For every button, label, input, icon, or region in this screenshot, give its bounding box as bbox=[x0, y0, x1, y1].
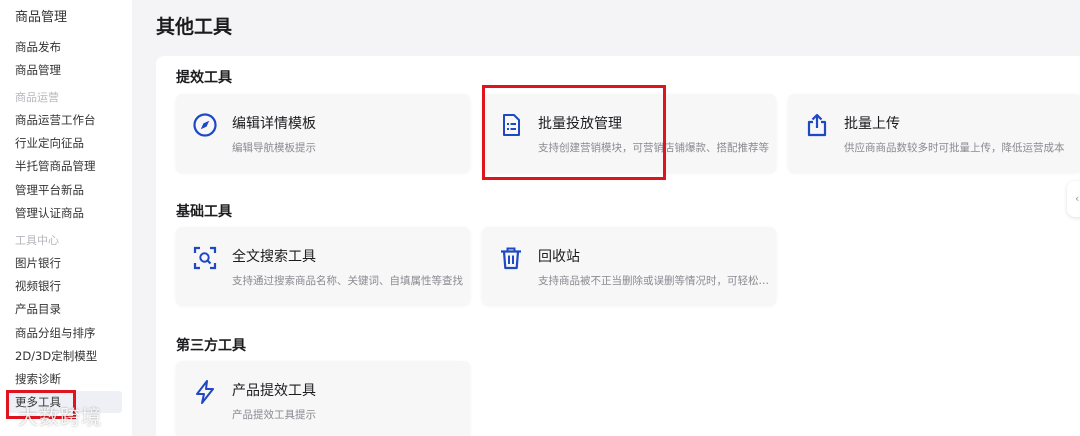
compass-icon bbox=[192, 112, 218, 138]
tool-card-name: 产品提效工具 bbox=[232, 383, 316, 399]
sidebar-item-image-bank[interactable]: 图片银行 bbox=[15, 255, 61, 271]
upload-icon bbox=[804, 112, 830, 138]
sidebar-header: 商品管理 bbox=[15, 10, 68, 25]
scan-search-icon bbox=[192, 245, 218, 271]
tool-card-name: 批量上传 bbox=[844, 116, 900, 132]
tool-card-recycle-bin[interactable]: 回收站 支持商品被不正当删除或误删等情况时，可轻松找回 bbox=[482, 227, 776, 305]
tool-card-name: 全文搜索工具 bbox=[232, 249, 316, 265]
sidebar-item-video-bank[interactable]: 视频银行 bbox=[15, 278, 61, 294]
tool-card-name: 回收站 bbox=[538, 249, 580, 265]
side-collapse-tab[interactable]: ‹ bbox=[1067, 181, 1080, 217]
tool-card-desc: 编辑导航模板提示 bbox=[232, 142, 316, 154]
tool-card-desc: 供应商商品数较多时可批量上传，降低运营成本 bbox=[844, 142, 1065, 154]
sidebar-item-certified[interactable]: 管理认证商品 bbox=[15, 205, 84, 221]
sidebar-item-ops-workbench[interactable]: 商品运营工作台 bbox=[15, 112, 96, 128]
highlight-box-batch-delivery bbox=[482, 85, 666, 180]
section-title-basic: 基础工具 bbox=[176, 204, 232, 220]
tool-card-desc: 产品提效工具提示 bbox=[232, 409, 316, 421]
sidebar-group-tools: 工具中心 bbox=[15, 234, 59, 247]
tool-card-product-efficiency[interactable]: 产品提效工具 产品提效工具提示 bbox=[176, 361, 470, 436]
lightning-icon bbox=[192, 379, 218, 405]
sidebar-item-custom-model[interactable]: 2D/3D定制模型 bbox=[15, 348, 97, 364]
sidebar-item-catalog[interactable]: 产品目录 bbox=[15, 301, 61, 317]
sidebar-item-product-publish[interactable]: 商品发布 bbox=[15, 39, 61, 55]
watermark: 大数跨境 bbox=[18, 405, 102, 429]
tool-card-name: 编辑详情模板 bbox=[232, 116, 316, 132]
main-content: 其他工具 提效工具 编辑详情模板 编辑导航模板提示 批量投放管理 支持创建营销模… bbox=[132, 0, 1080, 436]
tool-card-desc: 支持通过搜索商品名称、关键词、自填属性等查找 bbox=[232, 275, 463, 287]
sidebar-item-product-manage[interactable]: 商品管理 bbox=[15, 62, 61, 78]
sidebar-item-platform-new[interactable]: 管理平台新品 bbox=[15, 182, 84, 198]
chevron-left-icon: ‹ bbox=[1075, 192, 1080, 205]
section-title-third-party: 第三方工具 bbox=[176, 338, 246, 354]
sidebar-item-grouping[interactable]: 商品分组与排序 bbox=[15, 325, 96, 341]
sidebar-group-operations: 商品运营 bbox=[15, 91, 59, 104]
section-title-efficiency: 提效工具 bbox=[176, 70, 232, 86]
tool-card-edit-detail-template[interactable]: 编辑详情模板 编辑导航模板提示 bbox=[176, 94, 470, 172]
page-title: 其他工具 bbox=[156, 16, 233, 38]
tool-card-desc: 支持商品被不正当删除或误删等情况时，可轻松找回 bbox=[538, 275, 770, 287]
tool-card-batch-upload[interactable]: 批量上传 供应商商品数较多时可批量上传，降低运营成本 bbox=[788, 94, 1080, 172]
sidebar-item-semi-managed[interactable]: 半托管商品管理 bbox=[15, 158, 96, 174]
sidebar: 商品管理 商品发布 商品管理 商品运营 商品运营工作台 行业定向征品 半托管商品… bbox=[0, 0, 132, 436]
sidebar-item-search-diagnosis[interactable]: 搜索诊断 bbox=[15, 371, 61, 387]
sidebar-item-industry-collection[interactable]: 行业定向征品 bbox=[15, 135, 84, 151]
tool-card-fulltext-search[interactable]: 全文搜索工具 支持通过搜索商品名称、关键词、自填属性等查找 bbox=[176, 227, 470, 305]
trash-icon bbox=[498, 245, 524, 271]
